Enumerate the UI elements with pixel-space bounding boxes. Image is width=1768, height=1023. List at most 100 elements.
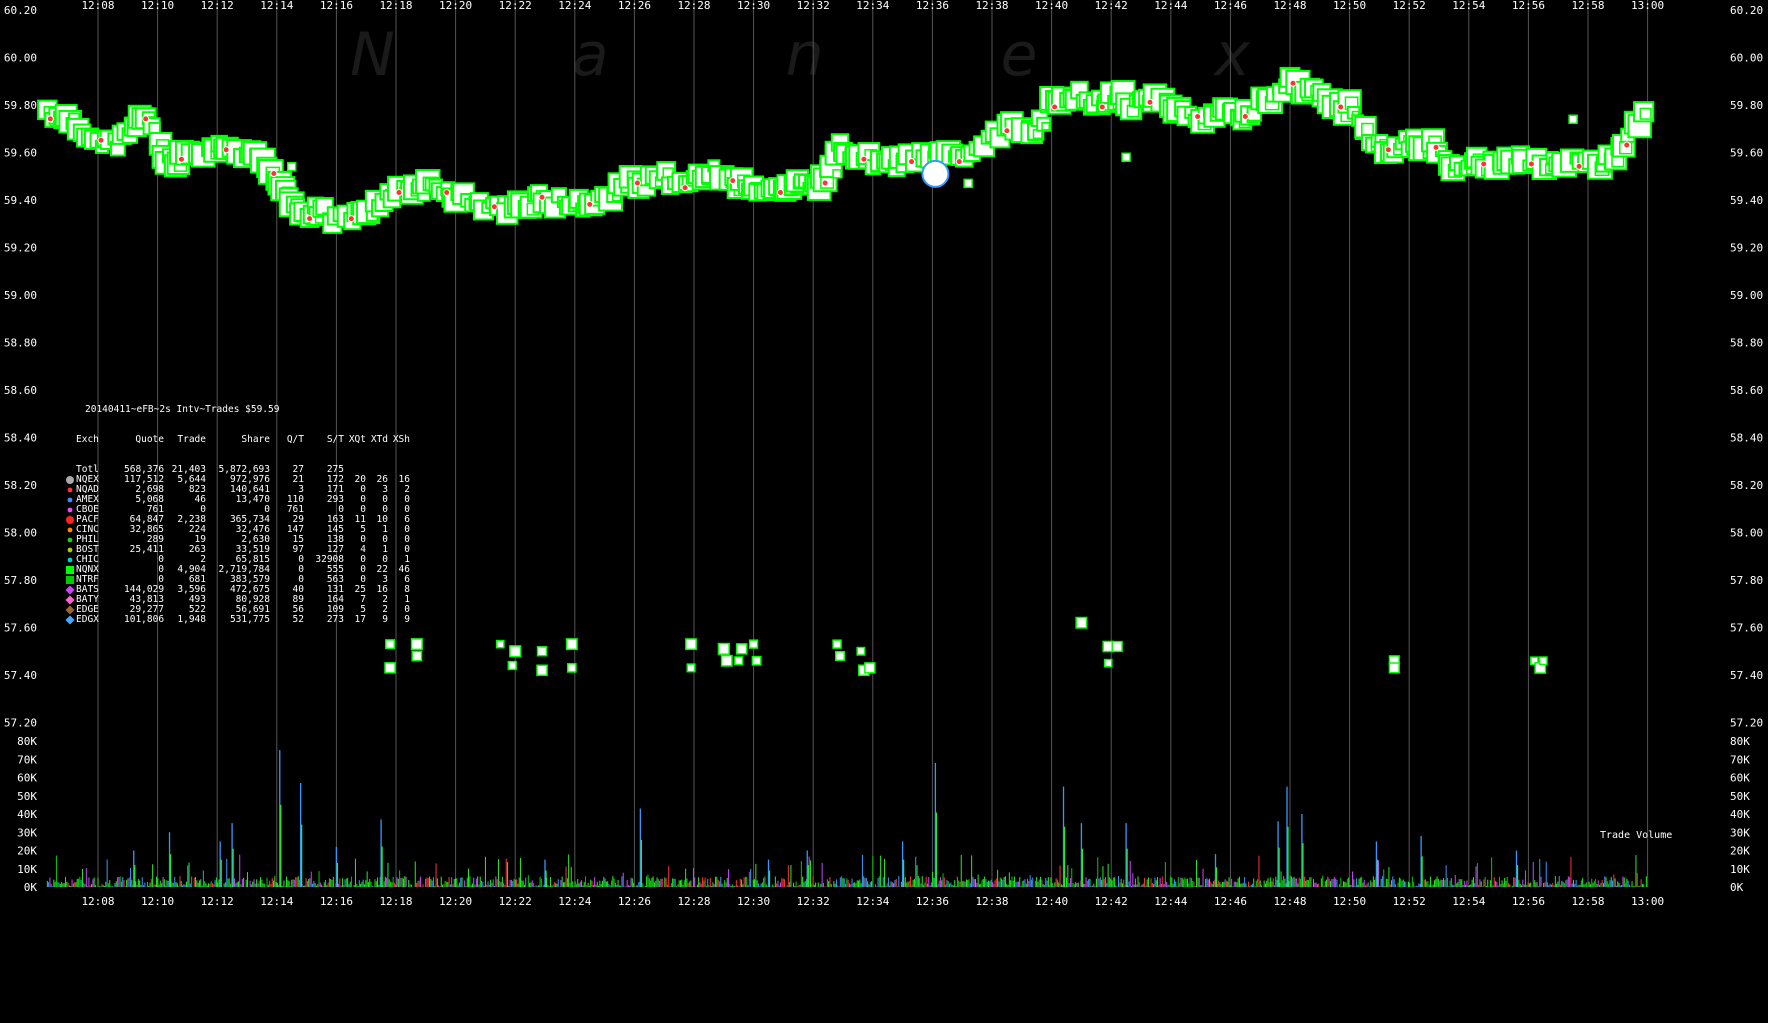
exchange-marker-icon — [65, 605, 75, 615]
odd-lot-marker — [1103, 658, 1113, 668]
y-tick-label: 58.60 — [4, 384, 37, 397]
quote-marker — [776, 189, 784, 196]
x-tick-label: 13:00 — [1631, 0, 1664, 12]
stats-cell: EDGX — [76, 614, 99, 625]
y-tick-label: 60.20 — [4, 4, 37, 17]
quote-marker — [681, 184, 689, 192]
odd-lot-marker — [1388, 662, 1400, 674]
x-tick-label: 12:12 — [201, 895, 234, 908]
x-tick-label: 12:16 — [320, 895, 353, 908]
x-tick-label: 12:44 — [1154, 895, 1187, 908]
quote-marker — [270, 170, 278, 177]
y-tick-label: 59.20 — [4, 242, 37, 255]
x-tick-label: 12:26 — [618, 895, 651, 908]
x-tick-label: 12:28 — [677, 0, 710, 12]
outlier-marker — [832, 169, 842, 179]
quote-marker — [860, 155, 868, 163]
quote-marker — [1098, 103, 1106, 111]
x-tick-label: 12:16 — [320, 0, 353, 12]
x-tick-label: 12:50 — [1333, 0, 1366, 12]
y-tick-label: 59.00 — [4, 289, 37, 302]
odd-lot-marker — [384, 662, 396, 674]
x-tick-label: 12:54 — [1452, 0, 1485, 12]
volume-tick-label: 40K — [17, 808, 37, 821]
odd-lot-marker — [734, 656, 744, 666]
x-tick-label: 12:52 — [1393, 0, 1426, 12]
x-tick-label: 12:34 — [856, 0, 889, 12]
odd-lot-marker — [495, 639, 505, 649]
stats-header-row: Exch Quote Trade Share Q/T S/T XQt XTd XSh — [76, 435, 410, 445]
volume-tick-label: 20K — [1730, 845, 1750, 858]
y-tick-label: 57.80 — [4, 574, 37, 587]
exchange-marker-icon — [67, 487, 73, 493]
x-tick-label: 12:32 — [797, 0, 830, 12]
stats-cell: 17 — [354, 614, 366, 625]
quote-marker — [1480, 160, 1488, 168]
x-tick-label: 12:22 — [499, 0, 532, 12]
x-tick-label: 12:54 — [1452, 895, 1485, 908]
outlier-marker — [1121, 152, 1131, 162]
y-tick-label: 60.20 — [1730, 4, 1763, 17]
x-tick-label: 12:58 — [1571, 895, 1604, 908]
quote-marker — [908, 158, 916, 166]
quote-marker — [538, 193, 546, 201]
odd-lot-marker — [1111, 640, 1123, 653]
y-tick-label: 57.40 — [1730, 669, 1763, 682]
y-tick-label: 58.80 — [4, 337, 37, 350]
odd-lot-marker — [834, 650, 846, 662]
odd-lot-marker — [1538, 656, 1548, 666]
x-tick-label: 12:38 — [975, 895, 1008, 908]
exchange-marker-icon — [66, 576, 74, 584]
volume-tick-label: 70K — [17, 753, 37, 766]
volume-tick-label: 70K — [1730, 753, 1750, 766]
y-tick-label: 59.20 — [1730, 242, 1763, 255]
x-tick-label: 12:18 — [379, 895, 412, 908]
odd-lot-marker — [751, 655, 762, 666]
exchange-marker-icon — [66, 476, 74, 484]
quote-marker — [395, 189, 403, 196]
quote-marker — [443, 189, 451, 196]
stats-header-cell: Share — [241, 434, 270, 445]
volume-tick-label: 0K — [1730, 881, 1744, 894]
stats-row: EDGX 101,806 1,948 531,775 52 273 17 9 9 — [65, 614, 410, 625]
stats-title: 20140411~eFB~2s Intv~Trades $59.59 — [85, 404, 280, 415]
stats-cell: 52 — [292, 614, 304, 625]
y-tick-label: 60.00 — [4, 52, 37, 65]
x-tick-label: 12:08 — [81, 895, 114, 908]
stats-cell: 273 — [326, 614, 344, 625]
x-tick-label: 12:30 — [737, 0, 770, 12]
volume-tick-label: 60K — [1730, 772, 1750, 785]
quote-marker — [586, 200, 594, 208]
stats-row: CINC 32,865 224 32,476 147 145 5 1 0 — [66, 525, 410, 535]
odd-lot-marker — [536, 664, 548, 677]
odd-lot-marker — [856, 646, 866, 656]
quote-marker — [729, 177, 737, 185]
x-tick-label: 12:20 — [439, 895, 472, 908]
odd-lot-marker — [720, 654, 733, 667]
odd-lot-marker — [735, 643, 748, 655]
x-tick-label: 12:46 — [1214, 0, 1247, 12]
volume-tick-label: 0K — [24, 881, 38, 894]
volume-y-axis-left: 80K 70K 60K 50K 40K 30K 20K 10K 0K — [17, 735, 37, 894]
y-tick-label: 58.40 — [1730, 432, 1763, 445]
stats-cell: 531,775 — [229, 614, 270, 625]
exchange-marker-icon — [67, 497, 73, 503]
quote-marker — [1575, 162, 1583, 170]
x-tick-label: 12:14 — [260, 895, 293, 908]
x-tick-label: 12:22 — [499, 895, 532, 908]
stats-cell: 13,470 — [235, 494, 270, 505]
x-tick-label: 12:50 — [1333, 895, 1366, 908]
y-tick-label: 57.60 — [1730, 622, 1763, 635]
exchange-marker-icon — [66, 516, 74, 524]
stats-rows: Totl 568,376 21,403 5,872,693 27 275 NQEX 117,5… — [65, 465, 410, 625]
quote-marker — [1623, 141, 1631, 149]
x-tick-label: 12:42 — [1095, 0, 1128, 12]
quote-marker — [46, 115, 54, 123]
quote-marker — [1289, 79, 1297, 87]
outlier-marker — [286, 162, 297, 172]
volume-tick-label: 30K — [17, 826, 37, 839]
x-tick-label: 12:56 — [1512, 0, 1545, 12]
volume-tick-label: 80K — [1730, 735, 1750, 748]
odd-lot-marker — [686, 663, 696, 673]
volume-y-axis-right: 80K 70K 60K 50K 40K 30K 20K 10K 0K — [1730, 735, 1750, 894]
